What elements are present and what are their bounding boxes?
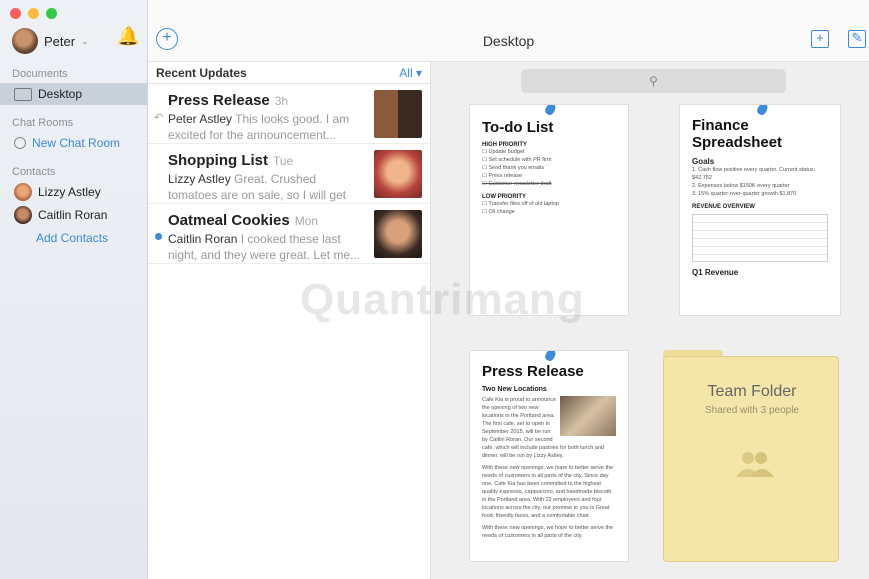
section-documents: Documents [12,68,68,80]
compose-button[interactable]: ✎ [848,30,866,48]
item-thumbnail [374,210,422,258]
toolbar: + Desktop + ✎ [148,0,869,62]
sidebar-item-label: Desktop [38,87,83,101]
window-controls [10,8,57,19]
contact-name: Lizzy Astley [38,185,101,199]
todo-item: ☐ Customer newsletter draft [482,181,552,187]
item-author: Peter Astley [168,112,233,126]
goal-item: 1. Cash flow positive every quarter. Cur… [692,167,816,181]
section-chat-rooms: Chat Rooms [12,117,74,129]
chevron-down-icon: ⌄ [81,35,89,46]
doc-subheading: Q1 Revenue [692,268,739,277]
document-finance-spreadsheet[interactable]: Finance Spreadsheet Goals 1. Cash flow p… [679,104,841,316]
sidebar-item-desktop[interactable]: Desktop [0,83,147,105]
press-photo [560,396,616,436]
list-item[interactable]: Oatmeal Cookies Mon Caitlin Roran I cooke… [148,204,430,264]
item-title: Oatmeal Cookies [168,212,290,229]
filter-dropdown[interactable]: All ▾ [399,66,422,80]
list-item[interactable]: Shopping List Tue Lizzy Astley Great. Cru… [148,144,430,204]
todo-item: ☐ Press release [482,173,523,179]
avatar [14,206,32,224]
list-header: Recent Updates All ▾ [148,62,430,84]
sidebar-contact-caitlin[interactable]: Caitlin Roran [0,204,147,226]
add-contacts-link[interactable]: Add Contacts [0,227,147,249]
doc-subheading: Goals [692,157,715,166]
chat-bubble-icon [14,137,26,149]
todo-item: ☐ Send thank you emails [482,165,545,171]
desktop-icon [14,87,32,101]
folder-shared: Shared with 3 people [705,405,799,416]
filter-label: All [399,65,413,80]
people-icon [736,452,774,477]
goal-item: 2. Expenses below $150K every quarter [692,183,790,189]
bell-icon[interactable]: 🔔 [117,26,139,47]
watermark: Quantrimang [300,275,585,324]
list-item[interactable]: ↶ Press Release 3h Peter Astley This look… [148,84,430,144]
doc-title: Finance Spreadsheet [692,117,783,151]
todo-item: ☐ Set schedule with PR firm [482,157,552,163]
item-title: Shopping List [168,152,268,169]
unread-dot-icon [155,233,162,240]
document-press-release[interactable]: Press Release Two New Locations Cafe Kia… [469,350,629,562]
list-header-title: Recent Updates [156,65,247,80]
todo-item: ☐ Oil change [482,209,515,215]
folder-title: Team Folder [707,383,797,400]
avatar [12,28,38,54]
sidebar: Peter ⌄ 🔔 Documents Desktop Chat Rooms N… [0,0,148,579]
doc-subheading: Two New Locations [482,386,547,393]
goal-item: 3. 15% quarter-over-quarter growth $1,87… [692,191,797,197]
new-chat-room-button[interactable]: New Chat Room [0,132,147,154]
contact-name: Caitlin Roran [38,208,108,222]
doc-title: Press Release [482,363,584,380]
zoom-window-button[interactable] [46,8,57,19]
item-author: Caitlin Roran [168,232,238,246]
folder-body: Team Folder Shared with 3 people [663,356,839,562]
search-input[interactable]: ⚲ [521,69,786,93]
revenue-table [692,214,828,262]
new-document-button[interactable]: + [811,30,829,48]
press-paragraph: With these new openings, we hope to bett… [482,465,614,519]
page-title: Desktop [482,33,535,49]
item-time: Tue [272,154,294,168]
item-author: Lizzy Astley [168,172,231,186]
todo-item: ☐ Transfer files off of old laptop [482,201,559,207]
doc-title: To-do List [482,119,554,136]
section-contacts: Contacts [12,166,56,178]
todo-item: ☐ Update budget [482,149,525,155]
item-thumbnail [374,90,422,138]
press-paragraph: With these new openings, we hope to bett… [482,525,614,539]
item-time: Mon [294,214,319,228]
team-folder[interactable]: Team Folder Shared with 3 people [663,350,839,562]
reply-icon: ↶ [154,112,164,124]
item-thumbnail [374,150,422,198]
item-title: Press Release [168,92,270,109]
minimize-window-button[interactable] [28,8,39,19]
doc-subheading: REVENUE OVERVIEW [692,204,755,210]
search-icon: ⚲ [649,74,658,88]
sidebar-contact-lizzy[interactable]: Lizzy Astley [0,181,147,203]
user-menu[interactable]: Peter ⌄ [12,28,89,54]
avatar [14,183,32,201]
user-name: Peter [44,33,76,49]
add-contacts-label: Add Contacts [36,231,109,245]
new-chat-room-label: New Chat Room [32,136,121,150]
item-time: 3h [274,94,289,108]
close-window-button[interactable] [10,8,21,19]
